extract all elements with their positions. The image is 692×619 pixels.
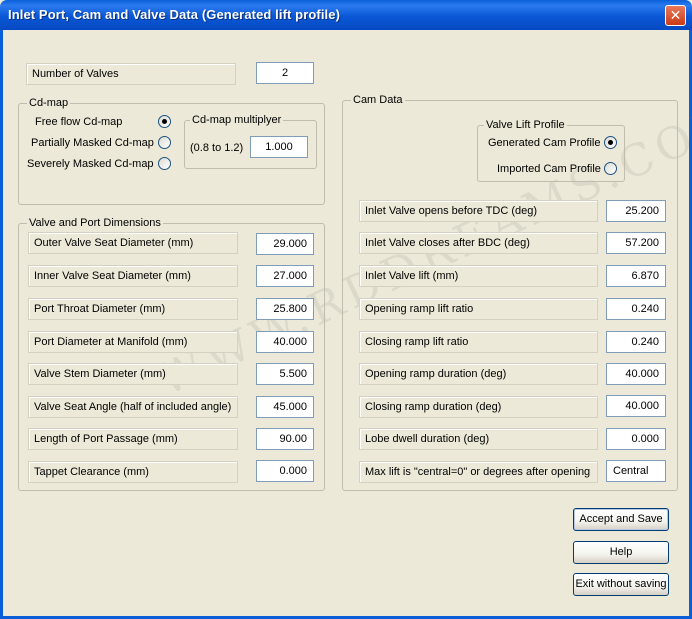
opening-ramp-duration-input[interactable]: 40.000 bbox=[606, 363, 666, 385]
closing-ramp-duration-label: Closing ramp duration (deg) bbox=[359, 396, 598, 418]
port-passage-length-label: Length of Port Passage (mm) bbox=[28, 428, 238, 450]
outer-seat-diameter-label: Outer Valve Seat Diameter (mm) bbox=[28, 232, 238, 254]
closing-ramp-lift-ratio-input[interactable]: 0.240 bbox=[606, 331, 666, 353]
inner-seat-diameter-label: Inner Valve Seat Diameter (mm) bbox=[28, 265, 238, 287]
cdmap-option-severe-label: Severely Masked Cd-map bbox=[27, 158, 154, 170]
port-passage-length-input[interactable]: 90.00 bbox=[256, 428, 314, 450]
ivo-before-tdc-label: Inlet Valve opens before TDC (deg) bbox=[359, 200, 598, 222]
cam-data-group-title: Cam Data bbox=[351, 94, 405, 106]
valve-port-group: Valve and Port Dimensions bbox=[18, 217, 325, 491]
ivc-after-bdc-input[interactable]: 57.200 bbox=[606, 232, 666, 254]
valve-stem-diameter-label: Valve Stem Diameter (mm) bbox=[28, 363, 238, 385]
max-lift-position-label: Max lift is "central=0" or degrees after… bbox=[359, 461, 598, 483]
port-throat-diameter-label: Port Throat Diameter (mm) bbox=[28, 298, 238, 320]
cdmap-option-free-label: Free flow Cd-map bbox=[35, 116, 123, 128]
opening-ramp-lift-ratio-input[interactable]: 0.240 bbox=[606, 298, 666, 320]
help-button[interactable]: Help bbox=[573, 541, 669, 564]
valve-port-group-title: Valve and Port Dimensions bbox=[27, 217, 163, 229]
closing-ramp-lift-ratio-label: Closing ramp lift ratio bbox=[359, 331, 598, 353]
tappet-clearance-input[interactable]: 0.000 bbox=[256, 460, 314, 482]
port-manifold-diameter-label: Port Diameter at Manifold (mm) bbox=[28, 331, 238, 353]
num-valves-input[interactable]: 2 bbox=[256, 62, 314, 84]
accept-and-save-button[interactable]: Accept and Save bbox=[573, 508, 669, 531]
opening-ramp-duration-label: Opening ramp duration (deg) bbox=[359, 363, 598, 385]
ivc-after-bdc-label: Inlet Valve closes after BDC (deg) bbox=[359, 232, 598, 254]
outer-seat-diameter-input[interactable]: 29.000 bbox=[256, 233, 314, 255]
window-title: Inlet Port, Cam and Valve Data (Generate… bbox=[8, 7, 341, 22]
inner-seat-diameter-input[interactable]: 27.000 bbox=[256, 265, 314, 287]
imported-cam-profile-label: Imported Cam Profile bbox=[497, 163, 601, 175]
ivo-before-tdc-input[interactable]: 25.200 bbox=[606, 200, 666, 222]
max-lift-position-input[interactable]: Central bbox=[606, 460, 666, 482]
cdmap-option-partial-radio[interactable] bbox=[158, 136, 171, 149]
opening-ramp-lift-ratio-label: Opening ramp lift ratio bbox=[359, 298, 598, 320]
cdmap-multiplier-title: Cd-map multiplyer bbox=[190, 114, 284, 126]
tappet-clearance-label: Tappet Clearance (mm) bbox=[28, 461, 238, 483]
valve-seat-angle-input[interactable]: 45.000 bbox=[256, 396, 314, 418]
inlet-valve-lift-input[interactable]: 6.870 bbox=[606, 265, 666, 287]
exit-without-saving-button[interactable]: Exit without saving bbox=[573, 573, 669, 596]
port-manifold-diameter-input[interactable]: 40.000 bbox=[256, 331, 314, 353]
port-throat-diameter-input[interactable]: 25.800 bbox=[256, 298, 314, 320]
valve-seat-angle-label: Valve Seat Angle (half of included angle… bbox=[28, 396, 238, 418]
valve-lift-profile-title: Valve Lift Profile bbox=[484, 119, 567, 131]
imported-cam-profile-radio[interactable] bbox=[604, 162, 617, 175]
title-bar: Inlet Port, Cam and Valve Data (Generate… bbox=[0, 0, 692, 30]
close-button[interactable]: ✕ bbox=[665, 5, 686, 26]
cdmap-multiplier-range: (0.8 to 1.2) bbox=[190, 142, 244, 154]
cdmap-option-severe-radio[interactable] bbox=[158, 157, 171, 170]
cdmap-group-title: Cd-map bbox=[27, 97, 71, 109]
num-valves-label: Number of Valves bbox=[26, 63, 236, 85]
cdmap-multiplier-input[interactable]: 1.000 bbox=[250, 136, 308, 158]
valve-stem-diameter-input[interactable]: 5.500 bbox=[256, 363, 314, 385]
cdmap-option-partial-label: Partially Masked Cd-map bbox=[31, 137, 154, 149]
inlet-valve-lift-label: Inlet Valve lift (mm) bbox=[359, 265, 598, 287]
generated-cam-profile-radio[interactable] bbox=[604, 136, 617, 149]
generated-cam-profile-label: Generated Cam Profile bbox=[488, 137, 601, 149]
closing-ramp-duration-input[interactable]: 40.000 bbox=[606, 395, 666, 417]
cdmap-option-free-radio[interactable] bbox=[158, 115, 171, 128]
lobe-dwell-duration-label: Lobe dwell duration (deg) bbox=[359, 428, 598, 450]
lobe-dwell-duration-input[interactable]: 0.000 bbox=[606, 428, 666, 450]
